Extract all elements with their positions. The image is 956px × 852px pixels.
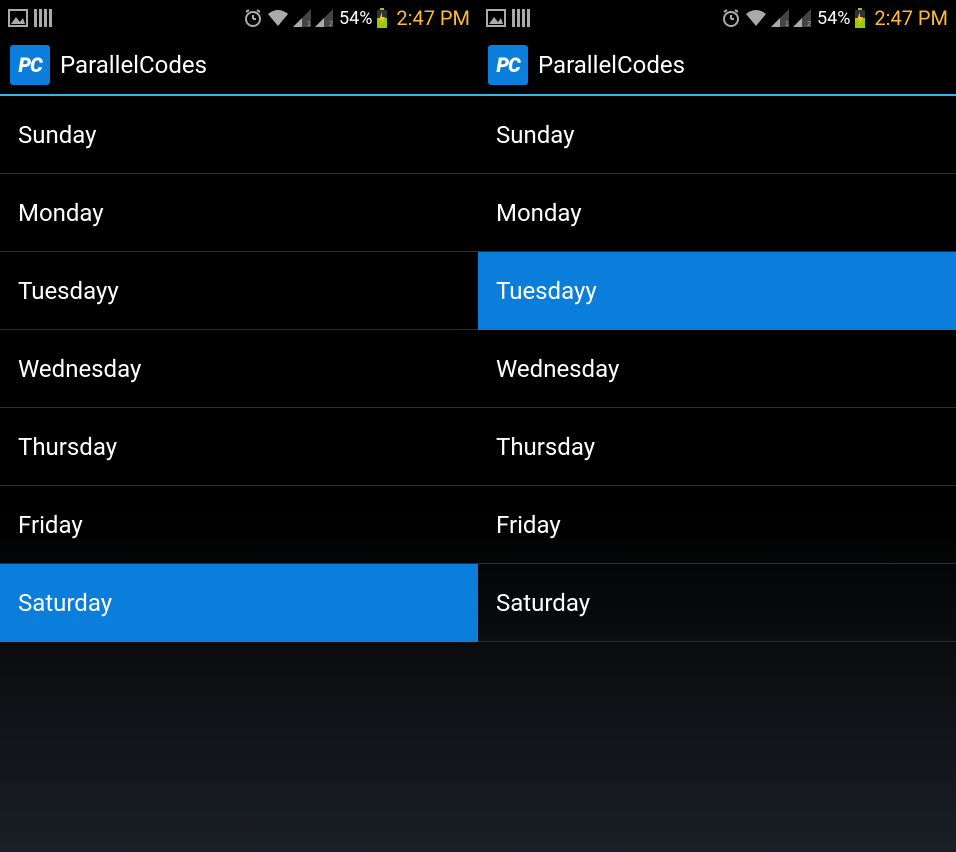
svg-text:2: 2 bbox=[329, 21, 333, 27]
list-item-label: Sunday bbox=[18, 121, 97, 149]
barcode-icon bbox=[512, 9, 532, 27]
list-item-label: Saturday bbox=[496, 589, 590, 617]
list-item[interactable]: Thursday bbox=[0, 408, 478, 486]
day-list[interactable]: Sunday Monday Tuesdayy Wednesday Thursday Fri… bbox=[478, 96, 956, 852]
status-bar: 1 2 54% 2:47 PM bbox=[478, 0, 956, 36]
list-item[interactable]: Saturday bbox=[478, 564, 956, 642]
status-left bbox=[8, 9, 54, 27]
status-clock: 2:47 PM bbox=[396, 6, 470, 30]
app-icon: PC bbox=[488, 45, 528, 85]
list-item-label: Saturday bbox=[18, 589, 112, 617]
list-item-label: Thursday bbox=[18, 433, 117, 461]
list-item[interactable]: Sunday bbox=[0, 96, 478, 174]
phone-screen-left: 1 2 54% 2:47 PM PC ParallelCodes Sunday M… bbox=[0, 0, 478, 852]
list-item-label: Monday bbox=[496, 199, 582, 227]
day-list[interactable]: Sunday Monday Tuesdayy Wednesday Thursday Fri… bbox=[0, 96, 478, 852]
wifi-icon bbox=[267, 9, 289, 27]
list-item-label: Wednesday bbox=[496, 355, 619, 383]
list-item-label: Sunday bbox=[496, 121, 575, 149]
list-item-label: Wednesday bbox=[18, 355, 141, 383]
status-clock: 2:47 PM bbox=[874, 6, 948, 30]
phone-screen-right: 1 2 54% 2:47 PM PC ParallelCodes Sunday M… bbox=[478, 0, 956, 852]
list-item[interactable]: Friday bbox=[0, 486, 478, 564]
image-icon bbox=[486, 9, 506, 27]
signal-sim2-icon: 2 bbox=[315, 9, 333, 27]
list-item[interactable]: Monday bbox=[478, 174, 956, 252]
action-bar: PC ParallelCodes bbox=[0, 36, 478, 96]
signal-sim1-icon: 1 bbox=[293, 9, 311, 27]
signal-sim1-icon: 1 bbox=[771, 9, 789, 27]
list-item[interactable]: Saturday bbox=[0, 564, 478, 642]
status-bar: 1 2 54% 2:47 PM bbox=[0, 0, 478, 36]
status-right: 1 2 54% 2:47 PM bbox=[243, 6, 470, 30]
list-item-label: Tuesdayy bbox=[18, 277, 119, 305]
app-title: ParallelCodes bbox=[538, 51, 685, 79]
list-item-label: Friday bbox=[496, 511, 561, 539]
action-bar: PC ParallelCodes bbox=[478, 36, 956, 96]
list-item[interactable]: Tuesdayy bbox=[478, 252, 956, 330]
list-item[interactable]: Tuesdayy bbox=[0, 252, 478, 330]
svg-text:2: 2 bbox=[807, 21, 811, 27]
app-title: ParallelCodes bbox=[60, 51, 207, 79]
list-item[interactable]: Monday bbox=[0, 174, 478, 252]
battery-percent: 54% bbox=[339, 8, 372, 29]
signal-sim2-icon: 2 bbox=[793, 9, 811, 27]
alarm-icon bbox=[721, 8, 741, 28]
app-icon: PC bbox=[10, 45, 50, 85]
list-item-label: Friday bbox=[18, 511, 83, 539]
wifi-icon bbox=[745, 9, 767, 27]
list-item[interactable]: Thursday bbox=[478, 408, 956, 486]
battery-percent: 54% bbox=[817, 8, 850, 29]
status-left bbox=[486, 9, 532, 27]
battery-icon bbox=[376, 8, 388, 28]
svg-text:1: 1 bbox=[785, 21, 789, 27]
svg-text:1: 1 bbox=[307, 21, 311, 27]
list-item[interactable]: Wednesday bbox=[0, 330, 478, 408]
status-right: 1 2 54% 2:47 PM bbox=[721, 6, 948, 30]
list-item-label: Thursday bbox=[496, 433, 595, 461]
barcode-icon bbox=[34, 9, 54, 27]
alarm-icon bbox=[243, 8, 263, 28]
battery-icon bbox=[854, 8, 866, 28]
list-item[interactable]: Wednesday bbox=[478, 330, 956, 408]
image-icon bbox=[8, 9, 28, 27]
list-item[interactable]: Friday bbox=[478, 486, 956, 564]
list-item[interactable]: Sunday bbox=[478, 96, 956, 174]
list-item-label: Tuesdayy bbox=[496, 277, 597, 305]
list-item-label: Monday bbox=[18, 199, 104, 227]
